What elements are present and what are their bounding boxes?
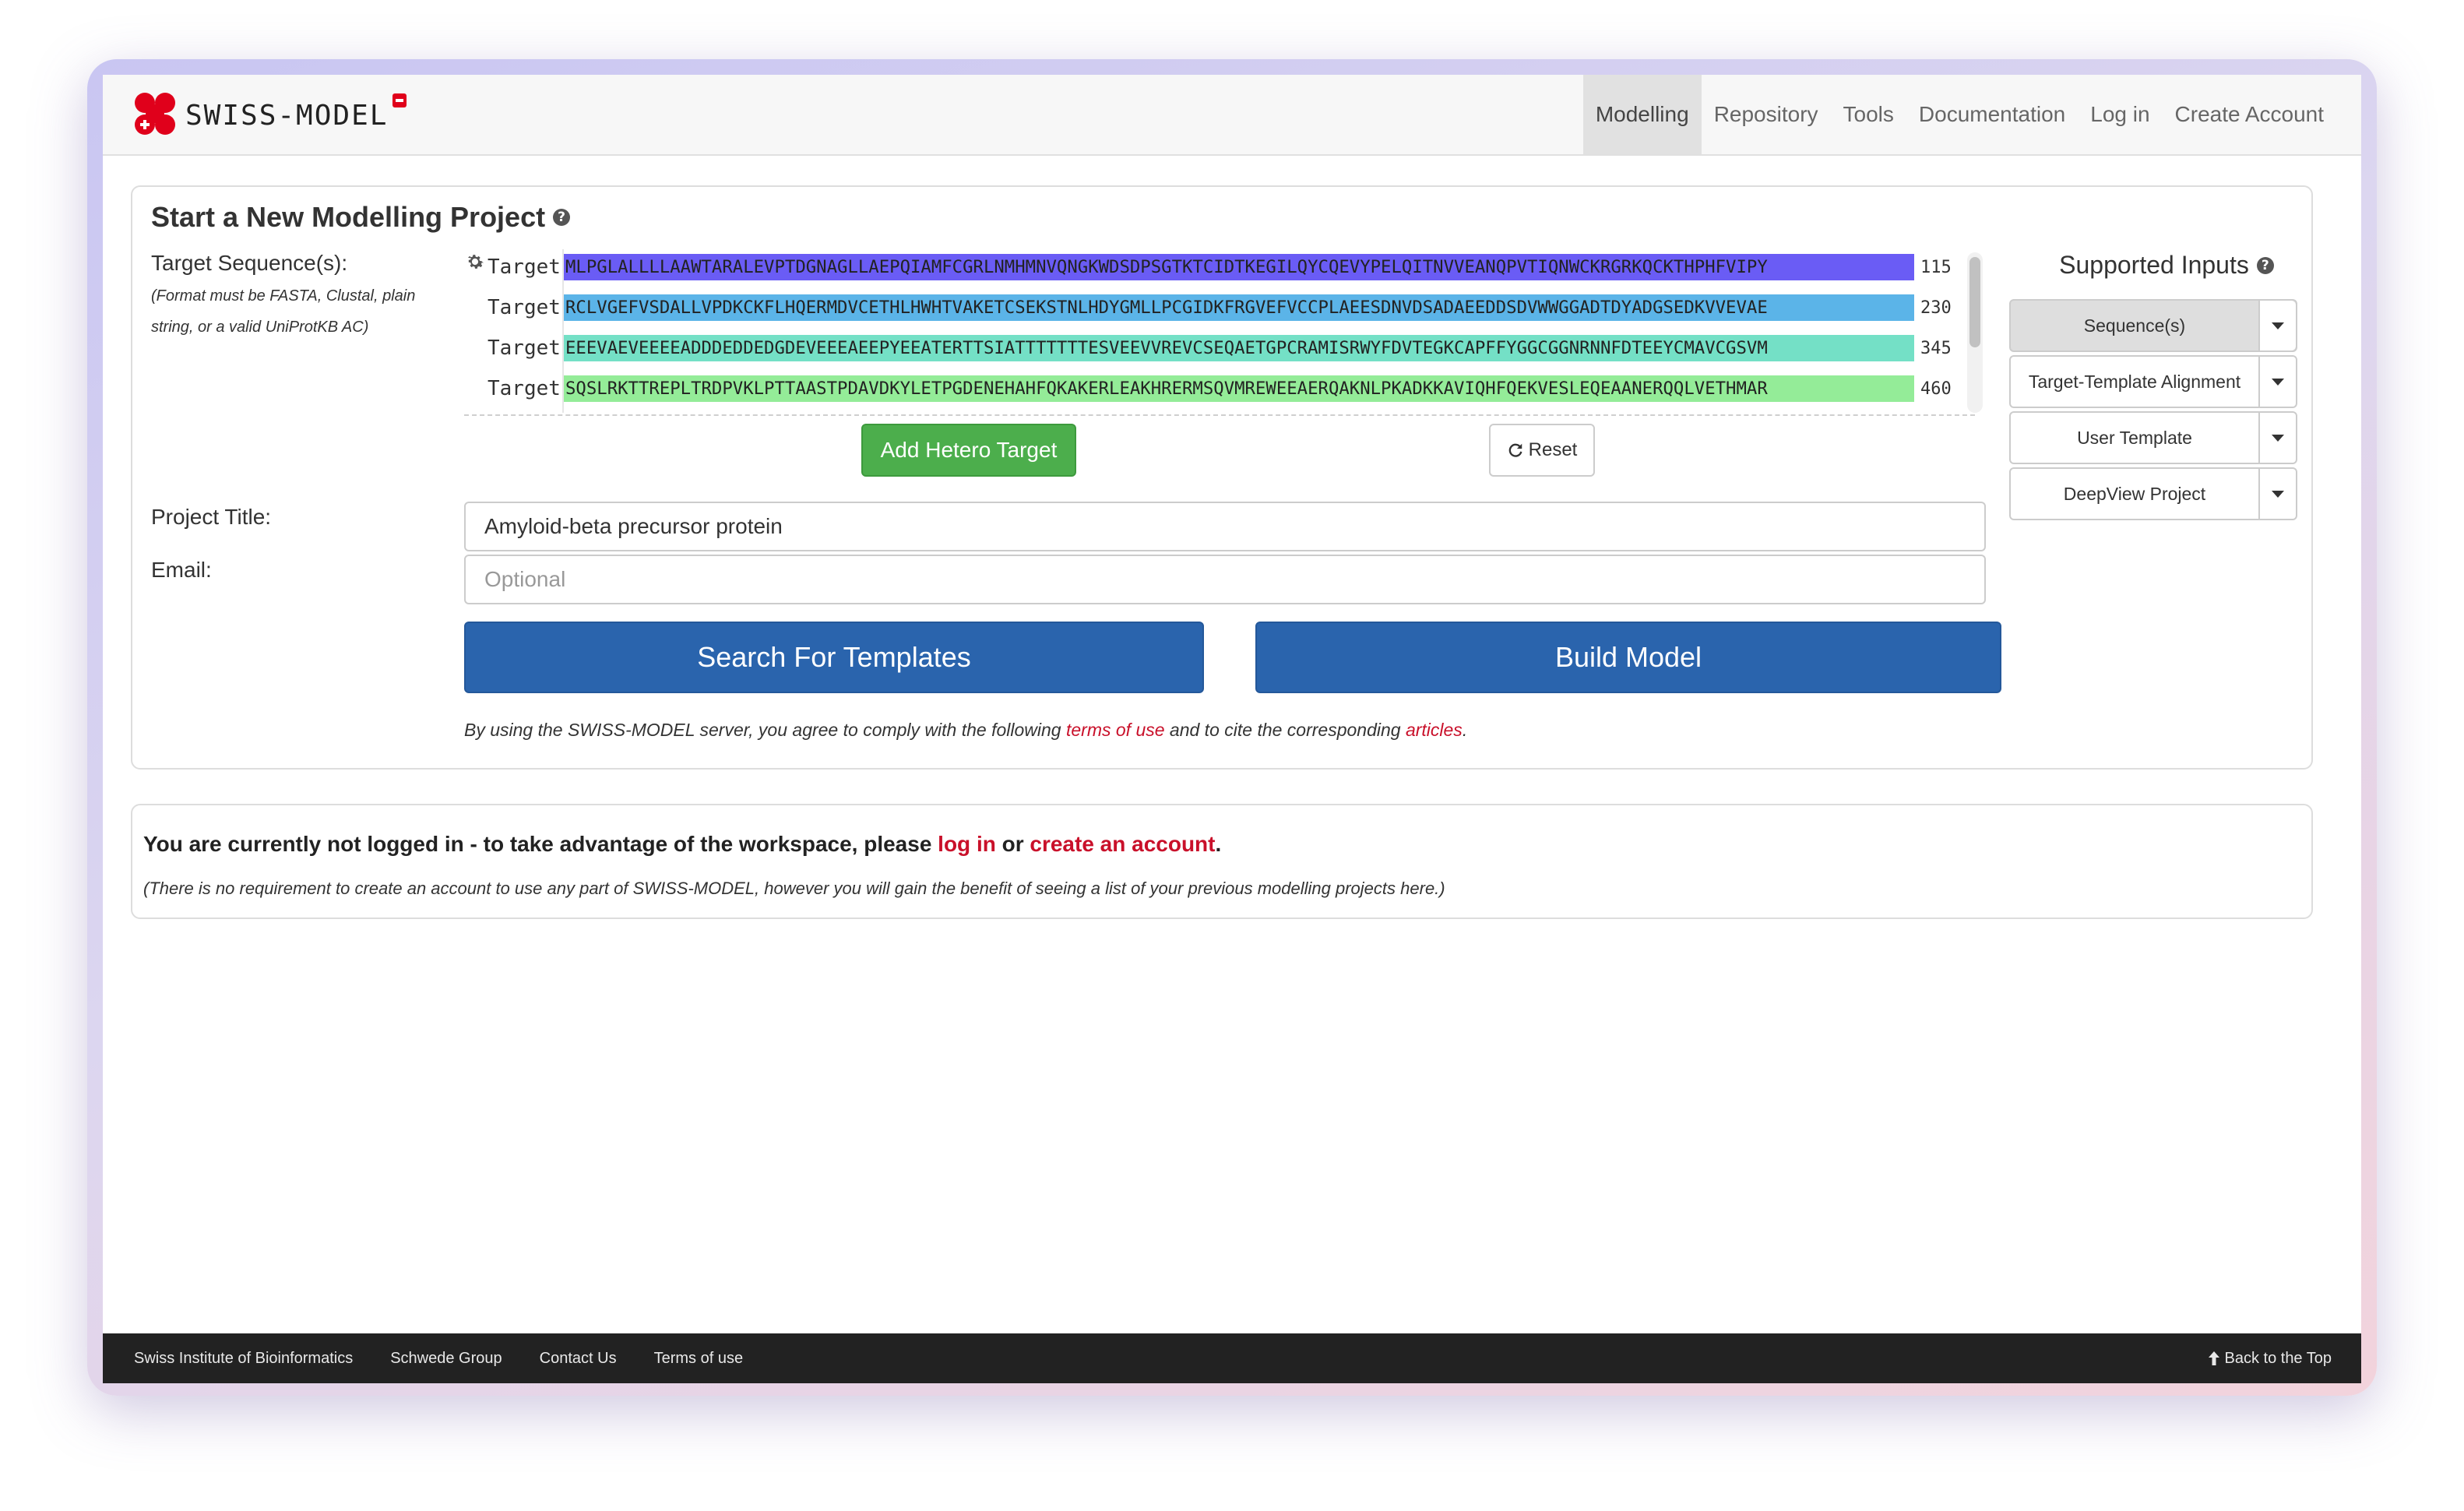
page-footer: Swiss Institute of Bioinformatics Schwed… bbox=[103, 1333, 2361, 1383]
sequence-row-label: Target bbox=[488, 255, 561, 279]
input-type-user-template[interactable]: User Template bbox=[2009, 411, 2297, 464]
input-type-deepview[interactable]: DeepView Project bbox=[2009, 467, 2297, 520]
nav-tools[interactable]: Tools bbox=[1831, 75, 1906, 154]
scrollbar-thumb[interactable] bbox=[1969, 257, 1980, 347]
input-type-sequences[interactable]: Sequence(s) bbox=[2009, 299, 2297, 352]
login-text-pre: You are currently not logged in - to tak… bbox=[143, 832, 938, 856]
log-in-link[interactable]: log in bbox=[938, 832, 996, 856]
project-title-input[interactable]: Amyloid-beta precursor protein bbox=[464, 502, 1986, 551]
refresh-icon bbox=[1508, 443, 1522, 457]
sequence-row-number: 460 bbox=[1920, 379, 1952, 399]
reset-button[interactable]: Reset bbox=[1489, 424, 1595, 477]
footer-link-terms[interactable]: Terms of use bbox=[654, 1350, 743, 1368]
email-label: Email: bbox=[151, 558, 212, 582]
terms-notice: By using the SWISS-MODEL server, you agr… bbox=[464, 720, 1467, 741]
new-project-panel: Start a New Modelling Project ? Target S… bbox=[131, 185, 2313, 770]
footer-link-contact[interactable]: Contact Us bbox=[540, 1350, 617, 1368]
nav-modelling[interactable]: Modelling bbox=[1582, 75, 1702, 154]
dropdown-caret-icon[interactable] bbox=[2260, 301, 2296, 350]
nav-documentation[interactable]: Documentation bbox=[1906, 75, 2078, 154]
login-text-post: . bbox=[1215, 832, 1222, 856]
footer-link-sib[interactable]: Swiss Institute of Bioinformatics bbox=[134, 1350, 353, 1368]
top-navbar: SWISS-MODEL Modelling Repository Tools D… bbox=[103, 75, 2361, 156]
browser-window: SWISS-MODEL Modelling Repository Tools D… bbox=[103, 75, 2361, 1383]
help-icon[interactable]: ? bbox=[553, 209, 571, 226]
project-heading: Start a New Modelling Project ? bbox=[151, 201, 571, 234]
reset-label: Reset bbox=[1528, 439, 1578, 460]
email-input[interactable]: Optional bbox=[464, 555, 1986, 604]
brand-logo[interactable]: SWISS-MODEL bbox=[131, 90, 407, 140]
supported-inputs-heading: Supported Inputs ? bbox=[2034, 251, 2299, 280]
search-templates-button[interactable]: Search For Templates bbox=[464, 622, 1204, 693]
login-notice-panel: You are currently not logged in - to tak… bbox=[131, 804, 2313, 919]
login-text-mid: or bbox=[995, 832, 1030, 856]
arrow-up-icon bbox=[2208, 1351, 2219, 1365]
sequence-row-text[interactable]: EEEVAEVEEEEADDDEDDEDGDEVEEEAEEPYEEATERTT… bbox=[564, 335, 1914, 361]
target-sequence-label: Target Sequence(s): bbox=[151, 251, 348, 275]
format-hint: (Format must be FASTA, Clustal, plain st… bbox=[151, 287, 416, 336]
sequence-row-number: 345 bbox=[1920, 338, 1952, 358]
sequence-row-label: Target bbox=[488, 296, 561, 319]
sequence-scrollbar[interactable] bbox=[1967, 252, 1983, 413]
add-hetero-target-button[interactable]: Add Hetero Target bbox=[861, 424, 1076, 477]
terms-text-pre: By using the SWISS-MODEL server, you agr… bbox=[464, 720, 1066, 740]
nav-create-account[interactable]: Create Account bbox=[2163, 75, 2336, 154]
create-account-link[interactable]: create an account bbox=[1030, 832, 1215, 856]
brand-name: SWISS-MODEL bbox=[185, 99, 389, 132]
sequence-row-label: Target bbox=[488, 336, 561, 360]
sequence-row-number: 115 bbox=[1920, 257, 1952, 277]
sequence-row-label: Target bbox=[488, 377, 561, 400]
sequence-row-text[interactable]: RCLVGEFVSDALLVPDKCKFLHQERMDVCETHLHWHTVAK… bbox=[564, 294, 1914, 321]
login-note: (There is no requirement to create an ac… bbox=[143, 879, 1445, 898]
gear-icon[interactable] bbox=[464, 251, 486, 273]
login-message: You are currently not logged in - to tak… bbox=[143, 832, 1221, 857]
input-type-label[interactable]: Sequence(s) bbox=[2011, 301, 2260, 350]
swiss-model-logo-icon bbox=[135, 93, 175, 135]
input-type-label[interactable]: Target-Template Alignment bbox=[2011, 357, 2260, 407]
dropdown-caret-icon[interactable] bbox=[2260, 413, 2296, 463]
sequence-editor[interactable]: Target MLPGLALLLLAAWTARALEVPTDGNAGLLAEPQ… bbox=[464, 249, 1972, 416]
terms-of-use-link[interactable]: terms of use bbox=[1066, 720, 1165, 740]
project-title-label: Project Title: bbox=[151, 505, 272, 529]
sequence-row-text[interactable]: MLPGLALLLLAAWTARALEVPTDGNAGLLAEPQIAMFCGR… bbox=[564, 254, 1914, 280]
sequence-row-text[interactable]: SQSLRKTTREPLTRDPVKLPTTAASTPDAVDKYLETPGDE… bbox=[564, 375, 1914, 402]
supported-inputs-title: Supported Inputs bbox=[2059, 251, 2249, 279]
build-model-button[interactable]: Build Model bbox=[1255, 622, 2001, 693]
input-type-alignment[interactable]: Target-Template Alignment bbox=[2009, 355, 2297, 408]
project-heading-text: Start a New Modelling Project bbox=[151, 201, 546, 233]
back-to-top-label: Back to the Top bbox=[2224, 1349, 2332, 1367]
input-type-label[interactable]: User Template bbox=[2011, 413, 2260, 463]
swiss-flag-icon bbox=[392, 93, 407, 107]
back-to-top-link[interactable]: Back to the Top bbox=[2208, 1333, 2332, 1383]
sequence-separator bbox=[464, 414, 1975, 416]
main-nav: Modelling Repository Tools Documentation… bbox=[1582, 75, 2336, 154]
dropdown-caret-icon[interactable] bbox=[2260, 357, 2296, 407]
footer-link-schwede-group[interactable]: Schwede Group bbox=[390, 1350, 502, 1368]
articles-link[interactable]: articles bbox=[1406, 720, 1463, 740]
terms-text-mid: and to cite the corresponding bbox=[1164, 720, 1406, 740]
help-icon[interactable]: ? bbox=[2256, 256, 2274, 274]
terms-text-post: . bbox=[1462, 720, 1468, 740]
input-type-label[interactable]: DeepView Project bbox=[2011, 469, 2260, 519]
dropdown-caret-icon[interactable] bbox=[2260, 469, 2296, 519]
nav-repository[interactable]: Repository bbox=[1702, 75, 1831, 154]
nav-log-in[interactable]: Log in bbox=[2078, 75, 2162, 154]
sequence-row-number: 230 bbox=[1920, 298, 1952, 318]
